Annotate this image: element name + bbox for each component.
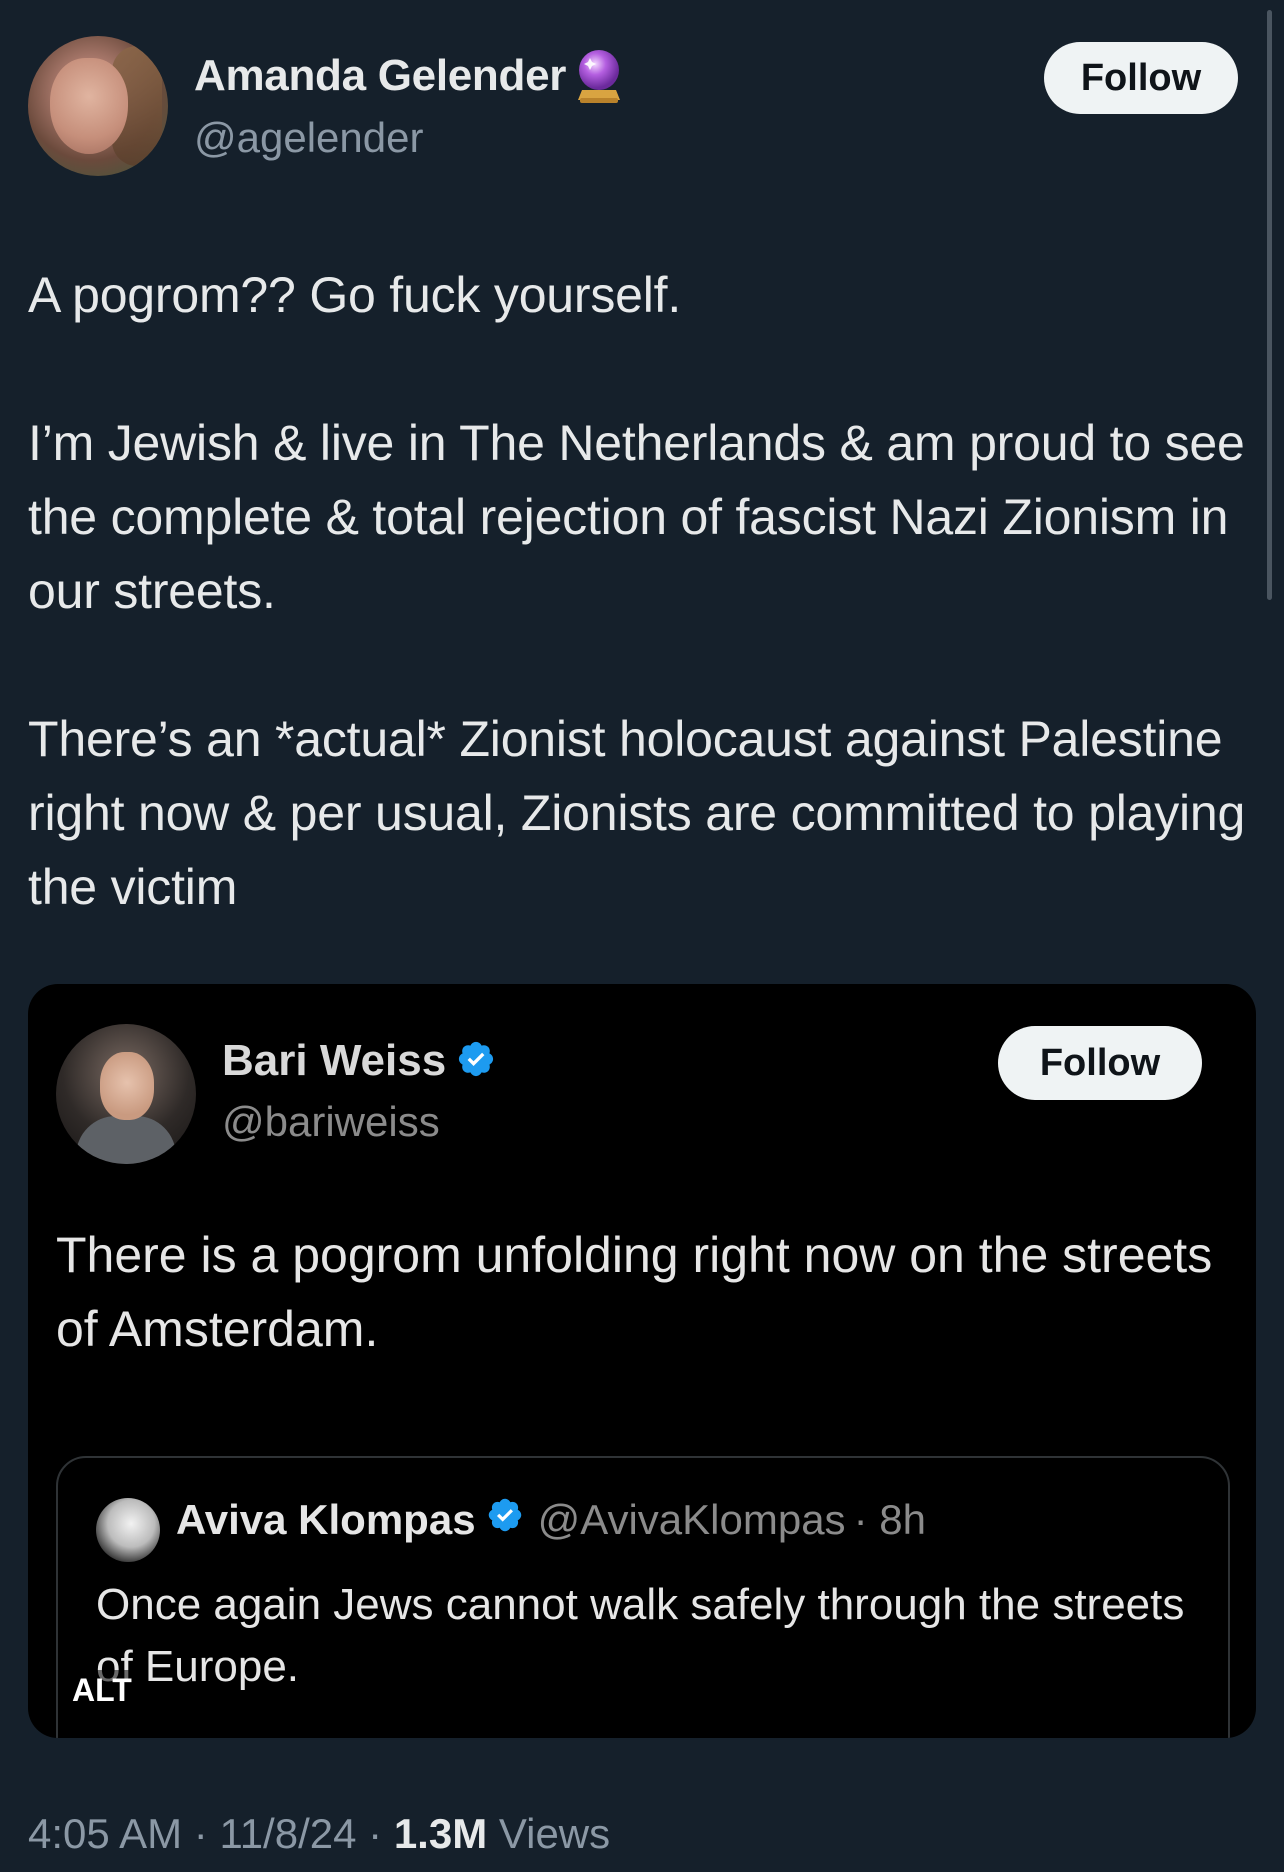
author-avatar[interactable] bbox=[28, 36, 168, 176]
quoted-handle: @bariweiss bbox=[222, 1098, 440, 1145]
nested-timestamp: · 8h bbox=[853, 1496, 926, 1543]
nested-tweet-text: Once again Jews cannot walk safely throu… bbox=[96, 1580, 1185, 1691]
avatar-face bbox=[100, 1052, 154, 1120]
tweet-meta: 4:05 AM · 11/8/24 · 1.3M Views bbox=[28, 1810, 610, 1858]
nested-handle: @AvivaKlompas bbox=[537, 1496, 846, 1543]
scrollbar[interactable] bbox=[1267, 10, 1272, 600]
separator: · bbox=[368, 1810, 383, 1857]
quoted-display-name: Bari Weiss bbox=[222, 1036, 447, 1085]
crystal-ball-icon bbox=[574, 48, 624, 104]
avatar-body bbox=[76, 1116, 176, 1164]
quoted-follow-button: Follow bbox=[998, 1026, 1202, 1100]
quoted-tweet-text: There is a pogrom unfolding right now on… bbox=[56, 1227, 1213, 1357]
author-display-name[interactable]: Amanda Gelender bbox=[194, 51, 566, 101]
avatar-face bbox=[50, 58, 128, 154]
nested-name-row: Aviva Klompas @AvivaKlompas · 8h bbox=[176, 1496, 926, 1544]
tweet-paragraph: A pogrom?? Go fuck yourself. bbox=[28, 267, 682, 323]
alt-text-badge[interactable]: ALT bbox=[66, 1670, 138, 1711]
quoted-name-row: Bari Weiss bbox=[222, 1036, 496, 1086]
tweet-paragraph: I’m Jewish & live in The Netherlands & a… bbox=[28, 415, 1245, 619]
follow-button[interactable]: Follow bbox=[1044, 42, 1238, 114]
separator: · bbox=[193, 1810, 208, 1857]
tweet-header: Amanda Gelender @agelender Follow bbox=[28, 36, 1238, 180]
verified-badge-icon bbox=[486, 1496, 524, 1544]
tweet-time[interactable]: 4:05 AM bbox=[28, 1810, 182, 1857]
quoted-author-avatar bbox=[56, 1024, 196, 1164]
quoted-tweet-image[interactable]: Bari Weiss @bariweiss Follow There is a … bbox=[28, 984, 1256, 1738]
tweet-paragraph: There’s an *actual* Zionist holocaust ag… bbox=[28, 711, 1246, 915]
views-count[interactable]: 1.3M bbox=[394, 1810, 487, 1857]
author-handle[interactable]: @agelender bbox=[194, 114, 423, 162]
author-name-row[interactable]: Amanda Gelender bbox=[194, 48, 624, 104]
tweet-date[interactable]: 11/8/24 bbox=[219, 1810, 356, 1857]
nested-quote-card: Aviva Klompas @AvivaKlompas · 8h Once ag… bbox=[56, 1456, 1230, 1738]
views-label[interactable]: Views bbox=[499, 1810, 610, 1857]
nested-display-name: Aviva Klompas bbox=[176, 1496, 476, 1543]
verified-badge-icon bbox=[456, 1039, 496, 1084]
tweet-body: A pogrom?? Go fuck yourself. I’m Jewish … bbox=[28, 258, 1248, 924]
nested-author-avatar bbox=[96, 1498, 160, 1562]
